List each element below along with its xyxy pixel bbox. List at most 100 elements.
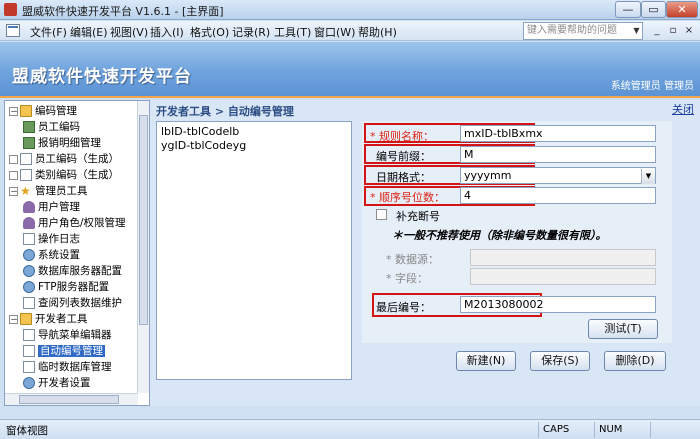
sidebar-item[interactable]: － 开发者工具 (9, 311, 88, 327)
date-format-value: yyyymm (464, 169, 512, 182)
folder-icon (20, 105, 32, 117)
data-source-input[interactable] (470, 249, 656, 266)
sidebar-item-label: 编码管理 (35, 105, 77, 117)
user-icon (23, 217, 35, 229)
sidebar-item-label: FTP服务器配置 (38, 281, 110, 293)
expand-toggle-icon[interactable]: － (9, 106, 18, 116)
menu-window[interactable]: 窗口(W) (314, 24, 355, 40)
delete-button[interactable]: 删除(D) (604, 351, 666, 371)
fill-gap-checkbox[interactable] (376, 209, 387, 220)
seq-digits-input[interactable]: 4 (460, 187, 656, 204)
test-button[interactable]: 测试(T) (588, 319, 658, 339)
sidebar-item-label: 开发者工具 (35, 313, 88, 325)
doc-icon (20, 169, 32, 181)
doc-icon (23, 297, 35, 309)
sidebar-item[interactable]: 员工编码（生成） (9, 151, 119, 167)
date-format-select[interactable]: yyyymm ▼ (460, 167, 656, 184)
menu-help[interactable]: 帮助(H) (358, 24, 397, 40)
menu-format[interactable]: 格式(O) (190, 24, 229, 40)
mdi-restore-button[interactable]: ▫ (666, 24, 680, 38)
sidebar-item[interactable]: 用户角色/权限管理 (23, 215, 126, 231)
sidebar-item[interactable]: 员工编码 (23, 119, 80, 135)
menu-insert[interactable]: 插入(I) (150, 24, 184, 40)
expand-toggle-icon[interactable]: － (9, 314, 18, 324)
menu-edit[interactable]: 编辑(E) (70, 24, 108, 40)
expand-toggle-icon[interactable] (9, 170, 18, 180)
prefix-input[interactable]: M (460, 146, 656, 163)
expand-toggle-icon[interactable] (9, 154, 18, 164)
sidebar-item-label: 系统设置 (38, 249, 80, 261)
sidebar-item[interactable]: 操作日志 (23, 231, 80, 247)
sidebar-item-label: 员工编码（生成） (35, 153, 119, 165)
sidebar-item[interactable]: 类别编码（生成） (9, 167, 119, 183)
sidebar-item-label: 报销明细管理 (38, 137, 101, 149)
sidebar-item[interactable]: 系统设置 (23, 247, 80, 263)
fill-gap-label: 补充断号 (396, 210, 440, 223)
maximize-button[interactable]: ▭ (641, 1, 666, 18)
help-search-input[interactable]: 键入需要帮助的问题 (523, 22, 643, 40)
field-input[interactable] (470, 268, 656, 285)
user-icon (23, 201, 35, 213)
app-icon (4, 3, 17, 16)
sidebar-item-label: 用户管理 (38, 201, 80, 213)
sidebar-item[interactable]: 开发者设置 (23, 375, 91, 391)
close-link[interactable]: 关闭 (672, 101, 694, 117)
sidebar-item[interactable]: － 编码管理 (9, 103, 77, 119)
menu-bar: 文件(F) 编辑(E) 视图(V) 插入(I) 格式(O) 记录(R) 工具(T… (0, 21, 700, 41)
status-text: 窗体视图 (6, 425, 48, 437)
star-icon: ★ (20, 184, 31, 198)
menu-view[interactable]: 视图(V) (110, 24, 148, 40)
list-item[interactable]: ygID-tblCodeyg (161, 139, 347, 153)
sidebar-item[interactable]: 查阅列表数据维护 (23, 295, 122, 311)
user-info[interactable]: 系统管理员 管理员 (611, 77, 694, 92)
expand-toggle-icon[interactable]: － (9, 186, 18, 196)
doc-icon (23, 361, 35, 373)
minimize-button[interactable]: — (615, 1, 641, 18)
app-title: 盟威软件快速开发平台 (12, 67, 192, 87)
last-number-input[interactable]: M2013080002 (460, 296, 656, 313)
sidebar-item-label: 数据库服务器配置 (38, 265, 122, 277)
sidebar-item[interactable]: － ★ 管理员工具 (9, 183, 88, 199)
sidebar-item[interactable]: FTP服务器配置 (23, 279, 109, 295)
form-icon[interactable] (6, 24, 20, 37)
caps-indicator: CAPS (538, 422, 594, 438)
scroll-thumb[interactable] (19, 395, 119, 404)
sidebar-item[interactable]: 自动编号管理 (23, 343, 105, 359)
folder-icon (20, 313, 32, 325)
sidebar-item-label: 查阅列表数据维护 (38, 297, 122, 309)
sidebar-item[interactable]: 数据库服务器配置 (23, 263, 122, 279)
sidebar-item[interactable]: 用户管理 (23, 199, 80, 215)
sidebar-item-label: 员工编码 (38, 121, 80, 133)
chevron-down-icon[interactable]: ▼ (631, 23, 642, 39)
rule-form: * 规则名称： mxID-tblBxmx 编号前缀： M 日期格式： yyyym… (362, 121, 672, 343)
close-window-button[interactable]: ✕ (666, 1, 698, 18)
scroll-thumb[interactable] (139, 115, 148, 325)
gear-icon (23, 281, 35, 293)
sidebar-item[interactable]: 临时数据库管理 (23, 359, 112, 375)
list-item[interactable]: lbID-tblCodelb (161, 125, 347, 139)
sidebar-item-label: 开发者设置 (38, 377, 91, 389)
horizontal-scrollbar[interactable] (5, 393, 138, 405)
doc-icon (23, 233, 35, 245)
doc-icon (20, 153, 32, 165)
rule-name-input[interactable]: mxID-tblBxmx (460, 125, 656, 142)
mdi-minimize-button[interactable]: _ (650, 24, 664, 38)
data-source-label: * 数据源： (386, 253, 439, 266)
sidebar-item[interactable]: 导航菜单编辑器 (23, 327, 112, 343)
rules-list[interactable]: lbID-tblCodelb ygID-tblCodeyg (156, 121, 352, 380)
sidebar-item[interactable]: 报销明细管理 (23, 135, 101, 151)
new-button[interactable]: 新建(N) (456, 351, 516, 371)
tool-icon (23, 121, 35, 133)
mdi-close-button[interactable]: × (682, 24, 696, 38)
vertical-scrollbar[interactable] (137, 101, 149, 393)
main-panel: 开发者工具 > 自动编号管理 关闭 lbID-tblCodelb ygID-tb… (150, 100, 700, 406)
menu-file[interactable]: 文件(F) (30, 24, 67, 40)
save-button[interactable]: 保存(S) (530, 351, 590, 371)
menu-tools[interactable]: 工具(T) (274, 24, 311, 40)
sidebar-item-label: 类别编码（生成） (35, 169, 119, 181)
chevron-down-icon[interactable]: ▼ (641, 169, 655, 184)
menu-records[interactable]: 记录(R) (232, 24, 270, 40)
gear-icon (23, 249, 35, 261)
doc-icon (23, 329, 35, 341)
gear-icon (23, 265, 35, 277)
